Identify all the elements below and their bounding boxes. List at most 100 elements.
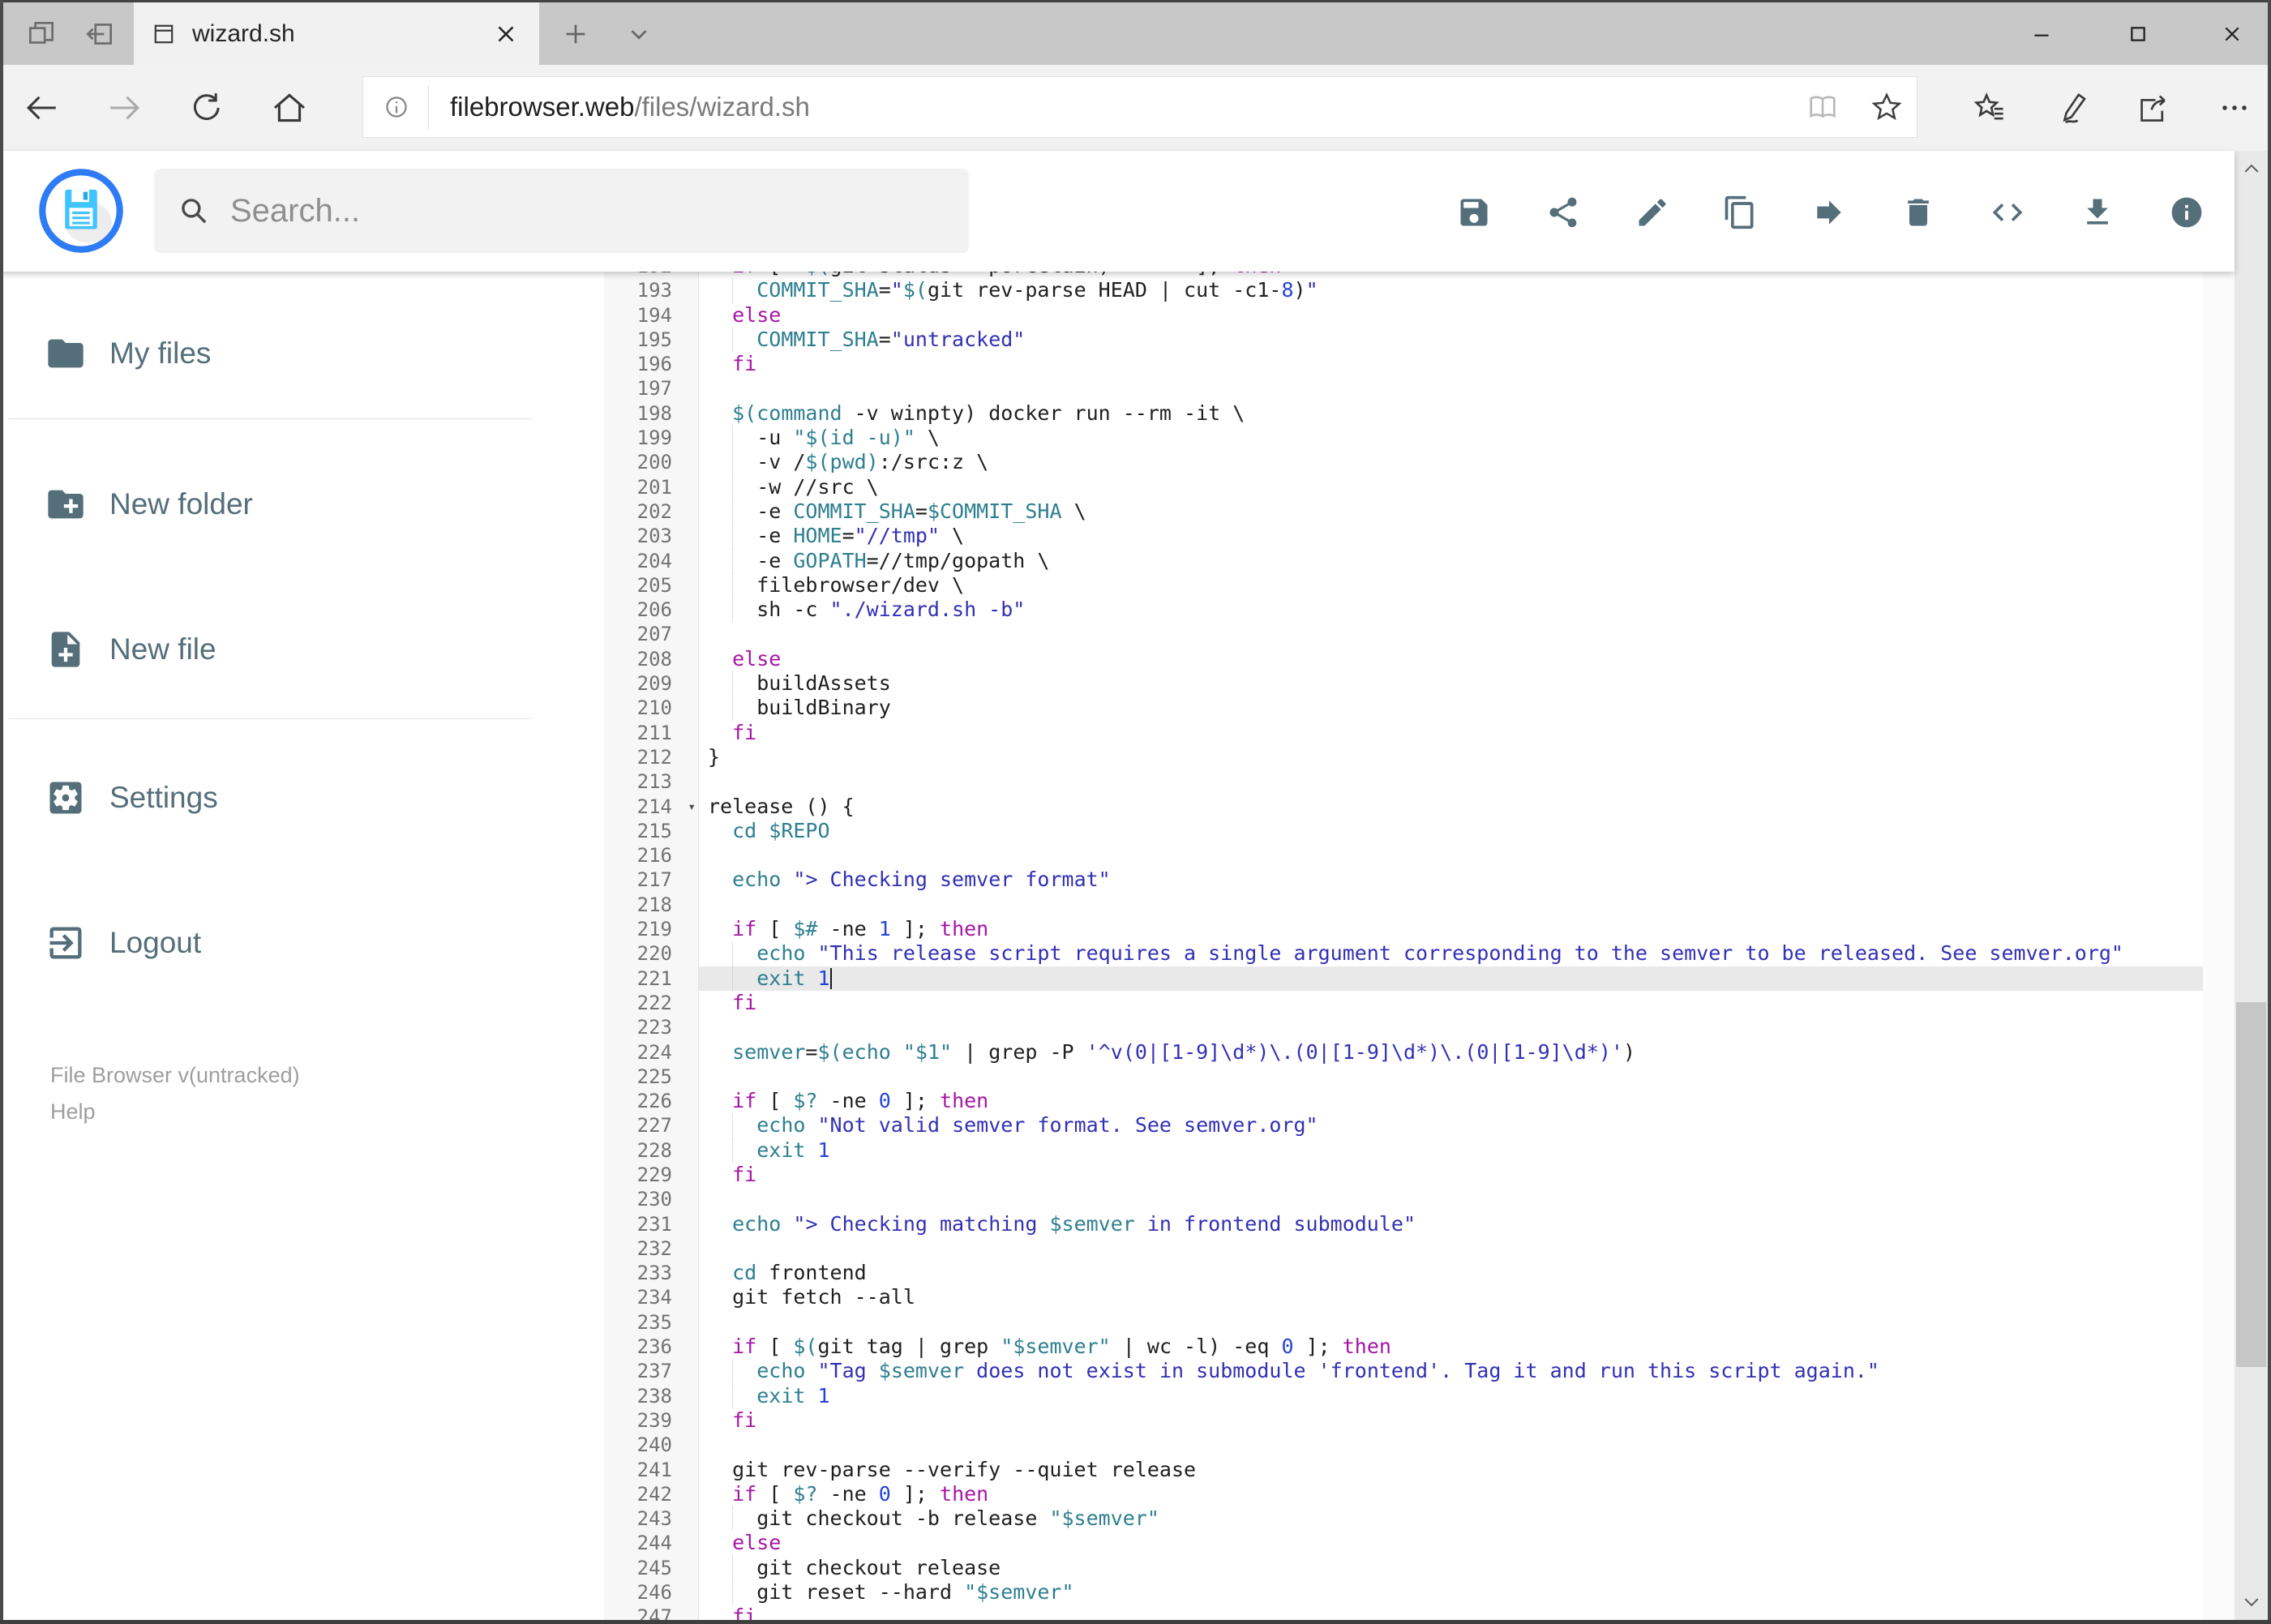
code-text[interactable]: $(command -v winpty) docker run --rm -it… (699, 401, 2203, 426)
address-bar[interactable]: filebrowser.web/files/wizard.sh (362, 76, 1917, 138)
scroll-up-icon[interactable] (2235, 151, 2268, 186)
code-editor[interactable]: 192 if [ "$(git status --porcelain)" = "… (604, 272, 2235, 1620)
code-text[interactable] (699, 376, 2203, 401)
save-button[interactable] (1456, 195, 1492, 230)
code-text[interactable]: COMMIT_SHA="$(git rev-parse HEAD | cut -… (699, 278, 2203, 303)
code-text[interactable]: fi (699, 352, 2203, 376)
code-line[interactable]: 209 buildAssets (604, 671, 2203, 696)
code-text[interactable]: } (699, 745, 2203, 769)
scroll-down-icon[interactable] (2235, 1584, 2268, 1620)
code-line[interactable]: 201 -w //src \ (604, 474, 2203, 500)
code-text[interactable] (699, 1236, 2203, 1261)
code-line[interactable]: 214 ▾ release () { (604, 795, 2203, 819)
code-line[interactable]: 239 fi (604, 1408, 2203, 1433)
code-text[interactable]: COMMIT_SHA="untracked" (699, 327, 2203, 353)
code-line[interactable]: 221 exit 1 (604, 966, 2203, 992)
code-line[interactable]: 196 fi (604, 352, 2203, 376)
code-text[interactable]: if [ $? -ne 0 ]; then (699, 1482, 2203, 1506)
share-button-browser[interactable] (2125, 65, 2182, 151)
code-line[interactable]: 203 -e HOME="//tmp" \ (604, 524, 2203, 549)
code-text[interactable]: -u "$(id -u)" \ (699, 426, 2203, 451)
help-link[interactable]: Help (50, 1099, 96, 1125)
code-line[interactable]: 234 git fetch --all (604, 1285, 2203, 1309)
code-text[interactable]: git checkout -b release "$semver" (699, 1506, 2203, 1532)
code-text[interactable] (699, 1065, 2203, 1089)
move-button[interactable] (1811, 195, 1847, 230)
code-line[interactable]: 194 else (604, 303, 2203, 328)
code-line[interactable]: 198 $(command -v winpty) docker run --rm… (604, 401, 2203, 426)
line-number[interactable]: 200 (604, 450, 699, 474)
line-number[interactable]: 215 (604, 819, 699, 843)
code-text[interactable] (699, 769, 2203, 794)
close-tab-icon[interactable] (492, 20, 520, 48)
sidebar-item-new-file[interactable]: New file (0, 605, 568, 694)
line-number[interactable]: 222 (604, 991, 699, 1015)
source-code-button[interactable] (1990, 195, 2025, 230)
code-line[interactable]: 207 (604, 622, 2203, 646)
code-line[interactable]: 200 -v /$(pwd):/src:z \ (604, 450, 2203, 475)
code-text[interactable] (699, 1187, 2203, 1211)
line-number[interactable]: 230 (604, 1187, 699, 1211)
tab-menu-button[interactable] (615, 2, 663, 65)
code-text[interactable]: fi (699, 1408, 2203, 1433)
code-text[interactable]: -e GOPATH=//tmp/gopath \ (699, 548, 2203, 574)
code-line[interactable]: 197 (604, 376, 2203, 401)
refresh-button[interactable] (178, 65, 234, 151)
line-number[interactable]: 244 (604, 1531, 699, 1555)
code-text[interactable]: git rev-parse --verify --quiet release (699, 1458, 2203, 1482)
scrollbar-thumb[interactable] (2236, 1002, 2266, 1367)
line-number[interactable]: 236 (604, 1335, 699, 1359)
code-text[interactable]: buildAssets (699, 671, 2203, 696)
code-line[interactable]: 204 -e GOPATH=//tmp/gopath \ (604, 548, 2203, 574)
line-number[interactable]: 240 (604, 1433, 699, 1457)
code-line[interactable]: 210 buildBinary (604, 696, 2203, 721)
reading-view-icon[interactable] (1805, 89, 1840, 125)
back-button[interactable] (14, 65, 71, 151)
code-text[interactable]: echo "> Checking semver format" (699, 868, 2203, 892)
code-line[interactable]: 238 exit 1 (604, 1383, 2203, 1409)
code-line[interactable]: 245 git checkout release (604, 1555, 2203, 1581)
file-browser-logo[interactable] (37, 167, 125, 255)
line-number[interactable]: 220 (604, 941, 699, 966)
code-line[interactable]: 218 (604, 893, 2203, 917)
code-text[interactable]: fi (699, 991, 2203, 1015)
line-number[interactable]: 192 (604, 272, 699, 278)
web-note-button[interactable] (2044, 65, 2101, 151)
code-line[interactable]: 246 git reset --hard "$semver" (604, 1580, 2203, 1605)
code-text[interactable]: exit 1 (699, 1383, 2203, 1409)
code-text[interactable]: semver=$(echo "$1" | grep -P '^v(0|[1-9]… (699, 1040, 2203, 1065)
line-number[interactable]: 206 (604, 598, 699, 622)
set-aside-tabs-button[interactable] (78, 2, 122, 65)
code-line[interactable]: 215 cd $REPO (604, 819, 2203, 843)
line-number[interactable]: 228 (604, 1138, 699, 1163)
line-number[interactable]: 227 (604, 1113, 699, 1138)
code-line[interactable]: 237 echo "Tag $semver does not exist in … (604, 1359, 2203, 1384)
line-number[interactable]: 246 (604, 1580, 699, 1605)
search-input[interactable] (229, 191, 913, 230)
code-text[interactable]: exit 1 (699, 1138, 2203, 1163)
code-line[interactable]: 226 if [ $? -ne 0 ]; then (604, 1089, 2203, 1113)
code-text[interactable]: if [ "$(git status --porcelain)" = "" ];… (699, 272, 2203, 278)
code-line[interactable]: 192 if [ "$(git status --porcelain)" = "… (604, 272, 2203, 278)
code-line[interactable]: 195 COMMIT_SHA="untracked" (604, 327, 2203, 353)
line-number[interactable]: 207 (604, 622, 699, 646)
code-line[interactable]: 232 (604, 1236, 2203, 1261)
code-line[interactable]: 229 fi (604, 1163, 2203, 1187)
line-number[interactable]: 203 (604, 524, 699, 548)
code-line[interactable]: 230 (604, 1187, 2203, 1211)
line-number[interactable]: 219 (604, 917, 699, 941)
code-line[interactable]: 228 exit 1 (604, 1138, 2203, 1163)
line-number[interactable]: 243 (604, 1506, 699, 1531)
code-text[interactable]: -e HOME="//tmp" \ (699, 524, 2203, 549)
code-line[interactable]: 241 git rev-parse --verify --quiet relea… (604, 1458, 2203, 1482)
line-number[interactable]: 202 (604, 499, 699, 524)
code-line[interactable]: 233 cd frontend (604, 1261, 2203, 1285)
code-line[interactable]: 225 (604, 1065, 2203, 1089)
line-number[interactable]: 224 (604, 1040, 699, 1065)
line-number[interactable]: 198 (604, 401, 699, 426)
line-number[interactable]: 213 (604, 769, 699, 794)
code-line[interactable]: 227 echo "Not valid semver format. See s… (604, 1113, 2203, 1138)
line-number[interactable]: 210 (604, 696, 699, 720)
code-text[interactable]: release () { (699, 795, 2203, 819)
code-line[interactable]: 216 (604, 843, 2203, 868)
